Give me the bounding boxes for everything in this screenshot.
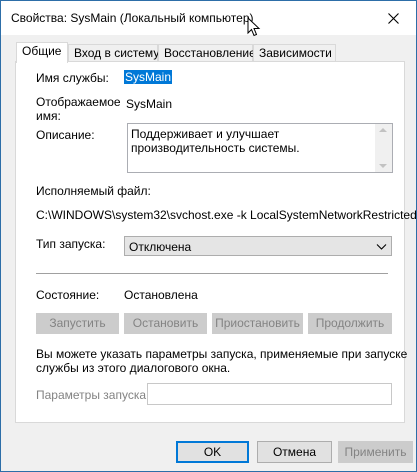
exe-label: Исполняемый файл: <box>36 184 151 198</box>
display-name-label-1: Отображаемое <box>36 95 121 109</box>
display-name-label-2: имя: <box>36 109 61 123</box>
service-properties-dialog: Свойства: SysMain (Локальный компьютер) … <box>0 0 417 472</box>
section-divider <box>36 273 388 274</box>
tab-logon[interactable]: Вход в систему <box>68 44 159 62</box>
service-name-value[interactable]: SysMain <box>124 70 173 84</box>
tab-dependencies[interactable]: Зависимости <box>253 44 336 62</box>
service-name-label: Имя службы: <box>36 71 109 85</box>
description-scrollbar[interactable] <box>375 124 392 172</box>
pause-button[interactable]: Приостановить <box>212 313 303 334</box>
hint-line-2: службы из этого диалогового окна. <box>36 361 231 375</box>
general-tab-panel: Имя службы: SysMain Отображаемое имя: Sy… <box>15 61 417 423</box>
tab-recovery[interactable]: Восстановление <box>158 44 256 62</box>
startup-type-value: Отключена <box>129 240 192 254</box>
mouse-cursor-icon <box>247 17 261 37</box>
tab-general[interactable]: Общие <box>16 42 68 63</box>
hint-line-1: Вы можете указать параметры запуска, при… <box>36 347 408 361</box>
ok-button[interactable]: OK <box>176 441 249 463</box>
startup-type-select[interactable]: Отключена <box>124 236 392 256</box>
startup-type-label: Тип запуска: <box>36 237 106 251</box>
close-button[interactable] <box>370 1 416 35</box>
description-text: Поддерживает и улучшает производительнос… <box>131 127 300 155</box>
start-button[interactable]: Запустить <box>36 313 119 334</box>
close-icon <box>387 12 399 24</box>
status-label: Состояние: <box>36 288 100 302</box>
scroll-down-icon[interactable] <box>379 164 387 168</box>
cancel-button[interactable]: Отмена <box>257 441 332 463</box>
chevron-down-icon <box>376 244 387 250</box>
status-value: Остановлена <box>124 288 198 302</box>
exe-path: C:\WINDOWS\system32\svchost.exe -k Local… <box>36 208 417 222</box>
service-name-text: SysMain <box>124 70 173 84</box>
params-label: Параметры запуска: <box>36 388 150 402</box>
display-name-value[interactable]: SysMain <box>126 97 172 111</box>
title-bar[interactable]: Свойства: SysMain (Локальный компьютер) <box>1 1 416 35</box>
scroll-up-icon[interactable] <box>379 128 387 132</box>
resume-button[interactable]: Продолжить <box>308 313 392 334</box>
description-label: Описание: <box>36 128 95 142</box>
stop-button[interactable]: Остановить <box>124 313 207 334</box>
apply-button[interactable]: Применить <box>338 441 413 463</box>
params-input[interactable] <box>147 383 392 405</box>
window-title: Свойства: SysMain (Локальный компьютер) <box>11 11 254 25</box>
description-box[interactable]: Поддерживает и улучшает производительнос… <box>127 123 393 173</box>
